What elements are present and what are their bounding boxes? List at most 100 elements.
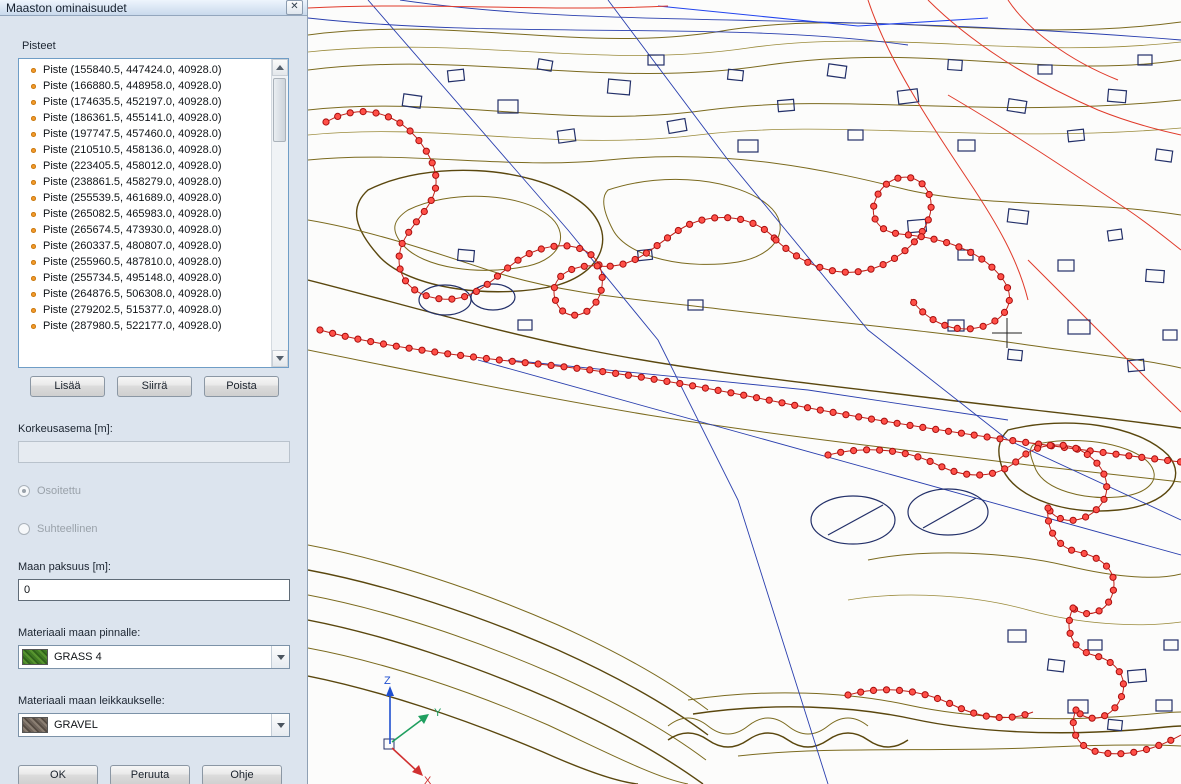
point-bullet-icon <box>31 228 36 233</box>
axis-z-label: Z <box>384 675 391 687</box>
building-outline <box>1008 349 1023 360</box>
point-bullet-icon <box>31 68 36 73</box>
radio-relative-icon <box>18 523 30 535</box>
close-button[interactable]: ✕ <box>286 0 303 15</box>
point-list-item[interactable]: Piste (166880.5, 448958.0, 40928.0) <box>21 78 271 94</box>
radio-option-assigned[interactable]: Osoitettu <box>18 485 289 497</box>
scroll-thumb[interactable] <box>273 78 286 142</box>
points-group-label: Pisteet <box>22 40 289 52</box>
point-list-item-label: Piste (223405.5, 458012.0, 40928.0) <box>43 160 222 172</box>
scroll-up-button[interactable] <box>272 59 288 76</box>
scroll-down-icon <box>276 356 284 361</box>
building-outline <box>728 69 744 81</box>
cad-viewport[interactable]: Z Y X <box>308 0 1181 784</box>
building-outline <box>738 140 758 152</box>
building-outline <box>1164 640 1178 650</box>
point-list-item-label: Piste (186361.5, 455141.0, 40928.0) <box>43 112 222 124</box>
building-outline <box>1088 640 1102 650</box>
surface-material-dropdown-button[interactable] <box>271 646 289 668</box>
chevron-down-icon <box>277 723 285 728</box>
point-list-item-label: Piste (287980.5, 522177.0, 40928.0) <box>43 320 222 332</box>
point-list-item[interactable]: Piste (265674.5, 473930.0, 40928.0) <box>21 222 271 238</box>
point-bullet-icon <box>31 180 36 185</box>
point-list-item[interactable]: Piste (174635.5, 452197.0, 40928.0) <box>21 94 271 110</box>
point-list-item[interactable]: Piste (223405.5, 458012.0, 40928.0) <box>21 158 271 174</box>
points-listbox[interactable]: Piste (155840.5, 447424.0, 40928.0)Piste… <box>18 58 289 368</box>
point-list-item[interactable]: Piste (186361.5, 455141.0, 40928.0) <box>21 110 271 126</box>
building-outline <box>1067 129 1084 142</box>
terrain-point-dots <box>773 175 1013 332</box>
point-bullet-icon <box>31 164 36 169</box>
scroll-track[interactable] <box>272 76 288 350</box>
building-outline <box>897 89 918 104</box>
building-outline <box>447 69 464 82</box>
point-list-item-label: Piste (238861.5, 458279.0, 40928.0) <box>43 176 222 188</box>
ok-button[interactable]: OK <box>18 765 98 784</box>
radio-assigned-label: Osoitettu <box>37 485 81 497</box>
cancel-button[interactable]: Peruuta <box>110 765 190 784</box>
road-lines <box>308 0 1181 412</box>
terrain-point-dots <box>845 687 1028 721</box>
map-canvas: Z Y X <box>308 0 1181 784</box>
buildings <box>402 55 1178 731</box>
point-list-item-label: Piste (260337.5, 480807.0, 40928.0) <box>43 240 222 252</box>
thickness-label: Maan paksuus [m]: <box>18 561 289 573</box>
building-outline <box>1108 89 1127 103</box>
building-outline <box>1128 669 1147 683</box>
terrain-point-chains <box>320 112 1181 754</box>
move-point-button[interactable]: Siirrä <box>117 376 192 397</box>
point-list-item-label: Piste (210510.5, 458136.0, 40928.0) <box>43 144 222 156</box>
building-outline <box>948 60 963 71</box>
point-list-item[interactable]: Piste (155840.5, 447424.0, 40928.0) <box>21 62 271 78</box>
point-bullet-icon <box>31 308 36 313</box>
remove-point-button[interactable]: Poista <box>204 376 279 397</box>
point-list-item-label: Piste (279202.5, 515377.0, 40928.0) <box>43 304 222 316</box>
axis-y-label: Y <box>434 707 442 719</box>
point-list-item[interactable]: Piste (210510.5, 458136.0, 40928.0) <box>21 142 271 158</box>
point-bullet-icon <box>31 196 36 201</box>
point-list-item[interactable]: Piste (279202.5, 515377.0, 40928.0) <box>21 302 271 318</box>
terrain-properties-dialog: Maaston ominaisuudet ✕ Pisteet Piste (15… <box>0 0 308 784</box>
thickness-input[interactable] <box>18 579 290 601</box>
building-outline <box>848 130 863 140</box>
building-outline <box>1047 659 1064 672</box>
scroll-down-button[interactable] <box>272 350 288 367</box>
elevation-label: Korkeusasema [m]: <box>18 423 289 435</box>
cut-material-dropdown[interactable]: GRAVEL <box>18 713 290 737</box>
point-list-item[interactable]: Piste (255734.5, 495148.0, 40928.0) <box>21 270 271 286</box>
point-bullet-icon <box>31 324 36 329</box>
building-outline <box>667 119 687 134</box>
point-list-item[interactable]: Piste (255539.5, 461689.0, 40928.0) <box>21 190 271 206</box>
building-outline <box>1007 209 1028 224</box>
building-outline <box>1068 320 1090 334</box>
point-list-item[interactable]: Piste (265082.5, 465983.0, 40928.0) <box>21 206 271 222</box>
chevron-down-icon <box>277 655 285 660</box>
point-list-item[interactable]: Piste (264876.5, 506308.0, 40928.0) <box>21 286 271 302</box>
points-list-scrollbar[interactable] <box>271 59 288 367</box>
add-point-button[interactable]: Lisää <box>30 376 105 397</box>
help-button[interactable]: Ohje <box>202 765 282 784</box>
scroll-up-icon <box>276 65 284 70</box>
building-outline <box>607 79 630 95</box>
point-list-item-label: Piste (174635.5, 452197.0, 40928.0) <box>43 96 222 108</box>
point-bullet-icon <box>31 292 36 297</box>
point-list-item-label: Piste (255960.5, 487810.0, 40928.0) <box>43 256 222 268</box>
cut-material-dropdown-button[interactable] <box>271 714 289 736</box>
point-list-item-label: Piste (264876.5, 506308.0, 40928.0) <box>43 288 222 300</box>
point-bullet-icon <box>31 276 36 281</box>
surface-material-dropdown[interactable]: GRASS 4 <box>18 645 290 669</box>
point-list-item[interactable]: Piste (287980.5, 522177.0, 40928.0) <box>21 318 271 334</box>
radio-option-relative[interactable]: Suhteellinen <box>18 523 289 535</box>
point-list-item[interactable]: Piste (197747.5, 457460.0, 40928.0) <box>21 126 271 142</box>
axis-x-label: X <box>424 775 432 784</box>
terrain-point-dots <box>1045 505 1117 617</box>
contour-lines <box>308 22 1181 784</box>
gravel-texture-swatch <box>22 717 48 733</box>
point-list-item[interactable]: Piste (260337.5, 480807.0, 40928.0) <box>21 238 271 254</box>
point-bullet-icon <box>31 84 36 89</box>
point-list-item[interactable]: Piste (238861.5, 458279.0, 40928.0) <box>21 174 271 190</box>
axis-triad: Z Y X <box>384 675 442 784</box>
building-outline <box>557 129 576 143</box>
cut-material-label: Materiaali maan leikkaukselle: <box>18 695 289 707</box>
point-list-item[interactable]: Piste (255960.5, 487810.0, 40928.0) <box>21 254 271 270</box>
